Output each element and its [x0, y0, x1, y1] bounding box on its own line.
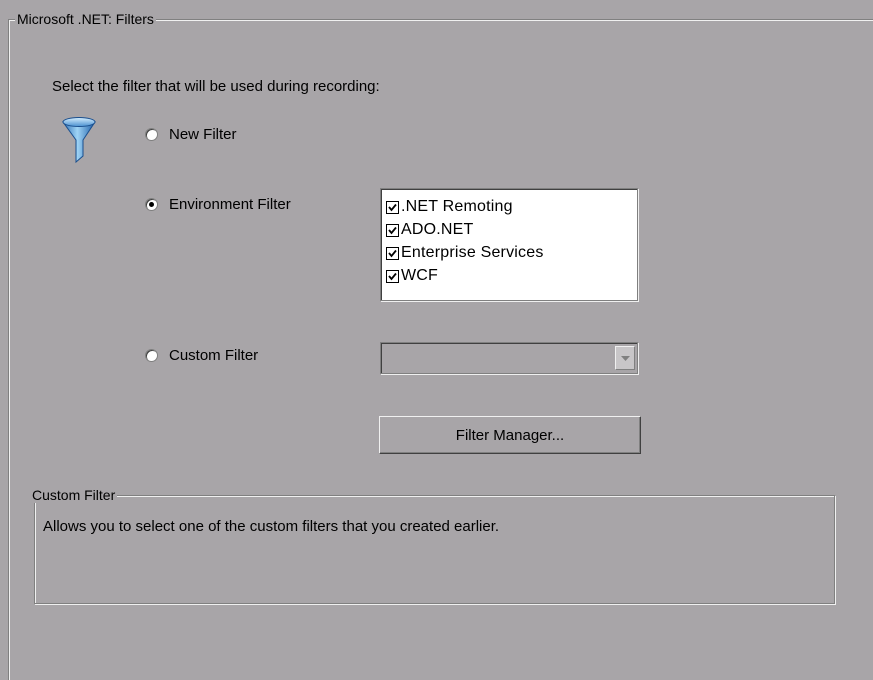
- description-text: Allows you to select one of the custom f…: [43, 518, 500, 535]
- chevron-down-icon[interactable]: [615, 346, 635, 370]
- funnel-icon: [62, 114, 96, 170]
- checkbox-checked-icon[interactable]: [386, 246, 399, 260]
- radio-button-new[interactable]: [145, 128, 158, 141]
- filter-item-label: ADO.NET: [401, 221, 474, 238]
- filter-item-label: WCF: [401, 267, 439, 284]
- custom-filter-radio[interactable]: Custom Filter: [145, 347, 258, 364]
- custom-filter-label: Custom Filter: [169, 347, 259, 364]
- environment-filter-list[interactable]: .NET Remoting ADO.NET Enterprise Service…: [380, 188, 638, 301]
- groupbox-title: Microsoft .NET: Filters: [15, 11, 156, 27]
- environment-filter-radio[interactable]: Environment Filter: [145, 196, 291, 213]
- filter-item-label: .NET Remoting: [401, 198, 513, 215]
- filter-prompt: Select the filter that will be used duri…: [52, 78, 380, 95]
- checkbox-checked-icon[interactable]: [386, 200, 399, 214]
- checkbox-checked-icon[interactable]: [386, 223, 399, 237]
- environment-filter-label: Environment Filter: [169, 196, 291, 213]
- radio-button-custom[interactable]: [145, 349, 158, 362]
- filter-manager-button[interactable]: Filter Manager...: [379, 416, 641, 454]
- new-filter-radio[interactable]: New Filter: [145, 126, 237, 143]
- custom-filter-select[interactable]: [380, 342, 638, 374]
- description-title: Custom Filter: [30, 487, 118, 503]
- description-groupbox: [34, 495, 835, 604]
- checkbox-checked-icon[interactable]: [386, 269, 399, 283]
- radio-button-environment[interactable]: [145, 198, 158, 211]
- new-filter-label: New Filter: [169, 126, 237, 143]
- filter-item-label: Enterprise Services: [401, 244, 544, 261]
- list-item[interactable]: WCF: [386, 262, 637, 290]
